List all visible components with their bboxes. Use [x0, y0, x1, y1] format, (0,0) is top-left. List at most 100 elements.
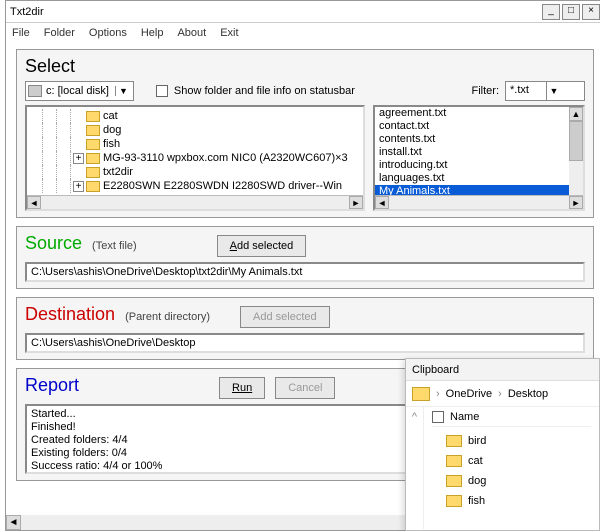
explorer-item[interactable]: cat — [432, 451, 591, 471]
cancel-button: Cancel — [275, 377, 335, 399]
scroll-left-icon[interactable]: ◄ — [27, 196, 41, 209]
tree-label: txt2dir — [103, 166, 133, 178]
chevron-right-icon: › — [436, 388, 440, 400]
explorer-item-label: cat — [468, 455, 483, 467]
tree-label: dog — [103, 124, 121, 136]
destination-title: Destination — [25, 304, 115, 325]
explorer-item[interactable]: dog — [432, 471, 591, 491]
explorer-window: Clipboard › OneDrive › Desktop ^ Name bi… — [405, 358, 600, 531]
folder-icon — [412, 387, 430, 401]
folder-icon — [446, 455, 462, 467]
folder-icon — [86, 125, 100, 136]
breadcrumb-desktop[interactable]: Desktop — [508, 388, 548, 400]
list-item[interactable]: contents.txt — [375, 133, 583, 146]
chevron-down-icon[interactable]: ▼ — [115, 86, 131, 96]
list-hscrollbar[interactable]: ◄ ► — [375, 195, 583, 209]
breadcrumb-onedrive[interactable]: OneDrive — [446, 388, 492, 400]
menu-about[interactable]: About — [177, 27, 206, 39]
folder-icon — [446, 475, 462, 487]
statusbar-checkbox[interactable] — [156, 85, 168, 97]
select-all-checkbox[interactable] — [432, 411, 444, 423]
list-item[interactable]: introducing.txt — [375, 159, 583, 172]
tree-label: E2280SWN E2280SWDN I2280SWD driver--Win — [103, 180, 342, 192]
list-item[interactable]: agreement.txt — [375, 107, 583, 120]
scroll-thumb[interactable] — [569, 121, 583, 161]
filter-value: *.txt — [506, 82, 546, 100]
file-list[interactable]: agreement.txtcontact.txtcontents.txtinst… — [373, 105, 585, 211]
tree-label: fish — [103, 138, 120, 150]
drive-select[interactable]: c: [local disk] ▼ — [25, 81, 134, 101]
statusbar-checkbox-label: Show folder and file info on statusbar — [174, 85, 355, 97]
scroll-left-icon[interactable]: ◄ — [6, 515, 21, 530]
menu-exit[interactable]: Exit — [220, 27, 238, 39]
filter-input[interactable]: *.txt ▼ — [505, 81, 585, 101]
scroll-right-icon[interactable]: ► — [349, 196, 363, 209]
source-panel: Source (Text file) AAdd selecteddd selec… — [16, 226, 594, 289]
tree-row[interactable]: fish — [29, 137, 361, 151]
maximize-button[interactable]: □ — [562, 4, 580, 20]
menu-help[interactable]: Help — [141, 27, 164, 39]
tree-row[interactable]: + MG-93-3110 wpxbox.com NIC0 (A2320WC607)… — [29, 151, 361, 165]
source-add-selected-button[interactable]: AAdd selecteddd selected — [217, 235, 307, 257]
name-column[interactable]: Name — [450, 411, 479, 423]
folder-icon — [86, 167, 100, 178]
chevron-up-icon[interactable]: ^ — [412, 411, 417, 423]
menubar: File Folder Options Help About Exit — [6, 23, 600, 43]
tree-row[interactable]: + E2280SWN E2280SWDN I2280SWD driver--Win — [29, 179, 361, 193]
list-item[interactable]: contact.txt — [375, 120, 583, 133]
filter-label: Filter: — [472, 85, 500, 97]
tree-label: MG-93-3110 wpxbox.com NIC0 (A2320WC607)×… — [103, 152, 348, 164]
folder-icon — [446, 435, 462, 447]
folder-tree[interactable]: cat dog fish + MG-93-3110 wpxbox.com NIC0 (A… — [25, 105, 365, 211]
folder-icon — [86, 153, 100, 164]
source-subtitle: (Text file) — [92, 240, 137, 252]
expand-icon[interactable]: + — [73, 181, 84, 192]
report-title: Report — [25, 375, 79, 396]
menu-file[interactable]: File — [12, 27, 30, 39]
drive-label: c: [local disk] — [46, 85, 109, 97]
tree-hscrollbar[interactable]: ◄ ► — [27, 195, 363, 209]
window-title: Txt2dir — [10, 6, 540, 18]
explorer-item-label: dog — [468, 475, 486, 487]
drive-icon — [28, 85, 42, 97]
list-item[interactable]: install.txt — [375, 146, 583, 159]
close-button[interactable]: × — [582, 4, 600, 20]
destination-add-selected-button: Add selected — [240, 306, 330, 328]
source-path-field[interactable]: C:\Users\ashis\OneDrive\Desktop\txt2dir\… — [25, 262, 585, 282]
list-vscrollbar[interactable]: ▲ — [569, 107, 583, 195]
explorer-item-label: fish — [468, 495, 485, 507]
folder-icon — [446, 495, 462, 507]
explorer-column-header[interactable]: Name — [432, 411, 591, 427]
select-title: Select — [25, 56, 585, 77]
explorer-item[interactable]: bird — [432, 431, 591, 451]
chevron-down-icon[interactable]: ▼ — [546, 82, 585, 100]
explorer-item[interactable]: fish — [432, 491, 591, 511]
tree-row[interactable]: txt2dir — [29, 165, 361, 179]
folder-icon — [86, 111, 100, 122]
folder-icon — [86, 139, 100, 150]
tree-row[interactable]: cat — [29, 109, 361, 123]
explorer-breadcrumb[interactable]: › OneDrive › Desktop — [406, 381, 599, 407]
run-button[interactable]: Run — [219, 377, 265, 399]
destination-subtitle: (Parent directory) — [125, 311, 210, 323]
chevron-right-icon: › — [498, 388, 502, 400]
folder-icon — [86, 181, 100, 192]
menu-options[interactable]: Options — [89, 27, 127, 39]
explorer-header: Clipboard — [406, 359, 599, 381]
explorer-sidebar: ^ — [406, 407, 424, 529]
titlebar: Txt2dir _ □ × — [6, 1, 600, 23]
destination-path-field[interactable]: C:\Users\ashis\OneDrive\Desktop — [25, 333, 585, 353]
destination-panel: Destination (Parent directory) Add selec… — [16, 297, 594, 360]
expand-icon[interactable]: + — [73, 153, 84, 164]
source-title: Source — [25, 233, 82, 254]
scroll-up-icon[interactable]: ▲ — [569, 107, 583, 121]
scroll-right-icon[interactable]: ► — [569, 196, 583, 209]
list-item[interactable]: languages.txt — [375, 172, 583, 185]
explorer-item-label: bird — [468, 435, 486, 447]
menu-folder[interactable]: Folder — [44, 27, 75, 39]
minimize-button[interactable]: _ — [542, 4, 560, 20]
select-panel: Select c: [local disk] ▼ Show folder and… — [16, 49, 594, 218]
tree-label: cat — [103, 110, 118, 122]
tree-row[interactable]: dog — [29, 123, 361, 137]
scroll-left-icon[interactable]: ◄ — [375, 196, 389, 209]
